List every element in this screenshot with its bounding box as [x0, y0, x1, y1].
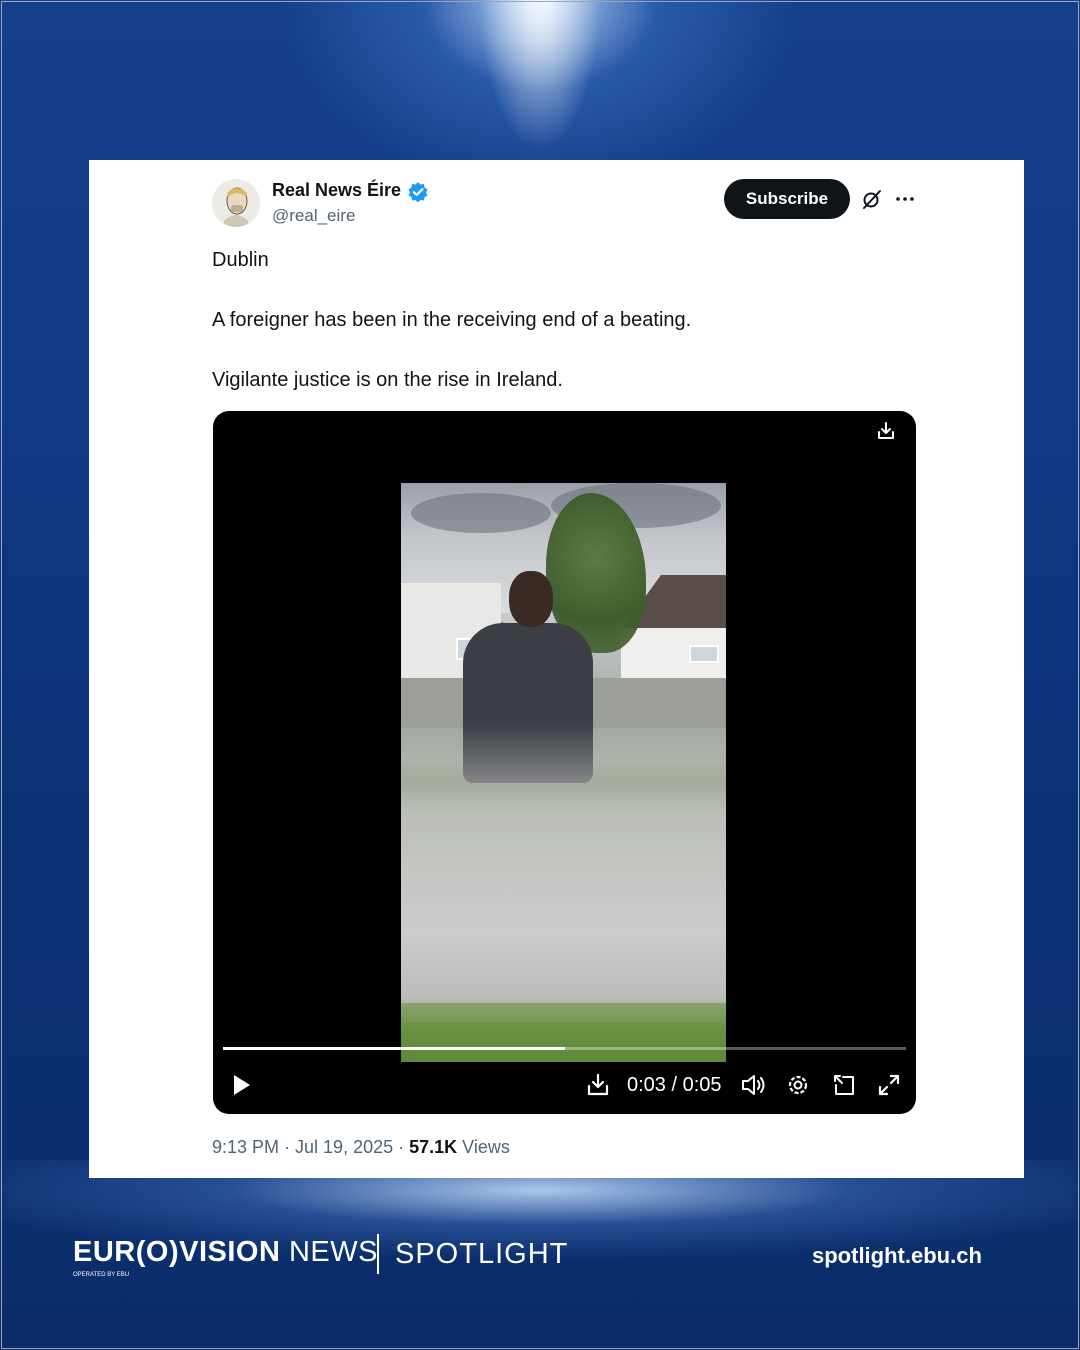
logo-light-text: NEWS [280, 1236, 378, 1268]
post-text-line-1: Dublin [212, 249, 269, 271]
eurovision-news-logo: EUR(O)VISION NEWS OPERATED BY EBU [73, 1236, 378, 1278]
light-beam [440, 0, 640, 160]
progress-fill [223, 1047, 565, 1050]
section-title: SPOTLIGHT [395, 1238, 569, 1270]
author-handle[interactable]: @real_eire [272, 206, 355, 226]
play-icon[interactable] [227, 1071, 255, 1099]
views-label: Views [457, 1137, 510, 1157]
grok-icon[interactable] [861, 188, 883, 210]
video-frame [401, 483, 726, 1062]
author-name[interactable]: Real News Éire [272, 180, 401, 201]
subscribe-button[interactable]: Subscribe [724, 179, 850, 219]
settings-icon[interactable] [784, 1071, 812, 1099]
volume-icon[interactable] [739, 1071, 767, 1099]
video-time: 0:03 / 0:05 [627, 1074, 722, 1096]
logo-subtext: OPERATED BY EBU [73, 1272, 130, 1278]
post-text-line-2: A foreigner has been in the receiving en… [212, 309, 692, 331]
video-player[interactable]: 0:03 / 0:05 [213, 411, 916, 1114]
post-timestamp[interactable]: 9:13 PM · Jul 19, 2025 · [212, 1137, 409, 1157]
download-icon[interactable] [874, 419, 898, 443]
post-card: Real News Éire @real_eire Subscribe Dubl… [89, 160, 1024, 1178]
verified-badge-icon [408, 182, 428, 203]
download-icon[interactable] [584, 1071, 612, 1099]
logo-bold-text: EUR(O)VISION [73, 1236, 281, 1268]
fullscreen-icon[interactable] [875, 1071, 903, 1099]
post-meta: 9:13 PM · Jul 19, 2025 · 57.1K Views [212, 1137, 510, 1158]
footer-divider [377, 1234, 379, 1274]
pip-icon[interactable] [830, 1071, 858, 1099]
views-count: 57.1K [409, 1137, 458, 1157]
progress-bar[interactable] [223, 1047, 906, 1050]
more-icon[interactable] [894, 188, 916, 210]
post-text-line-3: Vigilante justice is on the rise in Irel… [212, 369, 563, 391]
avatar[interactable] [212, 179, 260, 227]
footer-url: spotlight.ebu.ch [812, 1243, 982, 1268]
